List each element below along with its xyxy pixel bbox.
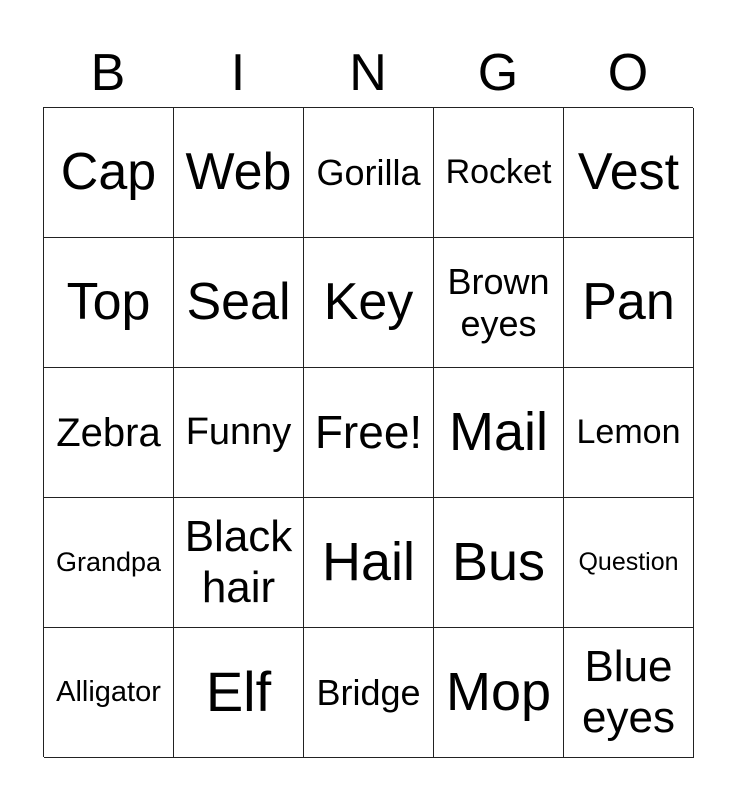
bingo-cell[interactable]: Brown eyes: [434, 238, 564, 368]
cell-text: Free!: [314, 406, 423, 459]
cell-text: Lemon: [576, 412, 681, 451]
bingo-cell[interactable]: Pan: [564, 238, 694, 368]
bingo-cell[interactable]: Bridge: [304, 628, 434, 758]
bingo-cell[interactable]: Hail: [304, 498, 434, 628]
bingo-cell[interactable]: Mail: [434, 368, 564, 498]
bingo-cell[interactable]: Question: [564, 498, 694, 628]
bingo-cell[interactable]: Elf: [174, 628, 304, 758]
cell-text: Black hair: [184, 511, 293, 612]
bingo-cell[interactable]: Lemon: [564, 368, 694, 498]
header-letter-i: I: [230, 44, 246, 102]
bingo-cell[interactable]: Key: [304, 238, 434, 368]
cell-text: Question: [578, 548, 679, 577]
header-letter-g: G: [477, 44, 519, 102]
cell-text: Zebra: [56, 410, 161, 455]
cell-text: Brown eyes: [447, 261, 550, 344]
bingo-cell[interactable]: Cap: [44, 108, 174, 238]
bingo-cell[interactable]: Funny: [174, 368, 304, 498]
bingo-cell[interactable]: Zebra: [44, 368, 174, 498]
cell-text: Blue eyes: [582, 641, 675, 742]
cell-text: Seal: [186, 272, 291, 331]
cell-text: Bus: [451, 532, 546, 593]
bingo-cell[interactable]: Mop: [434, 628, 564, 758]
cell-text: Gorilla: [316, 151, 421, 193]
cell-text: Mop: [445, 662, 552, 723]
cell-text: Mail: [448, 402, 548, 463]
cell-text: Funny: [185, 410, 292, 453]
cell-text: Vest: [577, 142, 680, 201]
bingo-cell[interactable]: Bus: [434, 498, 564, 628]
free-space-cell[interactable]: Free!: [304, 368, 434, 498]
bingo-cell[interactable]: Gorilla: [304, 108, 434, 238]
cell-text: Key: [323, 272, 414, 331]
cell-text: Top: [66, 272, 151, 331]
header-letter-b: B: [90, 44, 126, 102]
bingo-cell[interactable]: Top: [44, 238, 174, 368]
header-letter-n: N: [349, 44, 387, 102]
bingo-cell[interactable]: Grandpa: [44, 498, 174, 628]
cell-text: Elf: [205, 660, 272, 724]
bingo-grid: Cap Web Gorilla Rocket Vest Top Seal Key…: [43, 107, 694, 758]
bingo-cell[interactable]: Black hair: [174, 498, 304, 628]
bingo-cell[interactable]: Alligator: [44, 628, 174, 758]
bingo-cell[interactable]: Vest: [564, 108, 694, 238]
cell-text: Alligator: [56, 675, 161, 708]
cell-text: Web: [185, 142, 292, 201]
bingo-cell[interactable]: Web: [174, 108, 304, 238]
cell-text: Bridge: [316, 671, 421, 713]
bingo-cell[interactable]: Rocket: [434, 108, 564, 238]
cell-text: Grandpa: [55, 546, 162, 577]
cell-text: Pan: [582, 272, 675, 331]
cell-text: Rocket: [445, 152, 552, 191]
bingo-cell[interactable]: Seal: [174, 238, 304, 368]
bingo-header: B I N G O: [43, 38, 693, 108]
cell-text: Hail: [321, 532, 416, 593]
cell-text: Cap: [60, 142, 157, 201]
header-letter-o: O: [607, 44, 649, 102]
bingo-cell[interactable]: Blue eyes: [564, 628, 694, 758]
